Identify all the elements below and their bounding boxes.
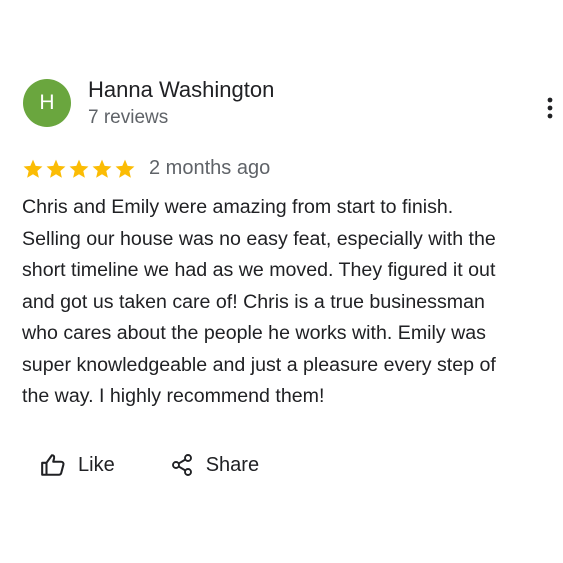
more-vert-icon <box>547 97 553 119</box>
review-date: 2 months ago <box>149 157 271 179</box>
review-text-line: Chris and Emily were amazing from start … <box>22 196 454 218</box>
star-icon <box>115 159 135 178</box>
rating-row: 2 months ago <box>22 157 270 180</box>
like-button[interactable]: Like <box>40 452 115 478</box>
share-label: Share <box>205 453 260 476</box>
review-text-line: short timeline we had as we moved. They … <box>22 259 496 281</box>
star-icon <box>92 159 112 178</box>
share-button[interactable]: Share <box>170 452 259 478</box>
review-text-line: the way. I highly recommend them! <box>22 385 325 407</box>
avatar[interactable]: H <box>23 79 71 127</box>
review-text-line: Selling our house was no easy feat, espe… <box>22 227 496 250</box>
reviewer-name[interactable]: Hanna Washington <box>88 77 274 103</box>
more-options-button[interactable] <box>540 95 560 121</box>
star-icon <box>23 159 43 178</box>
review-count[interactable]: 7 reviews <box>88 107 168 129</box>
review-text-line: and got us taken care of! Chris is a tru… <box>22 290 485 313</box>
share-icon <box>171 454 192 476</box>
review-text-line: who cares about the people he works with… <box>22 322 486 344</box>
review-text-line: super knowledgeable and just a pleasure … <box>22 353 496 376</box>
star-rating <box>22 158 136 180</box>
star-icon <box>69 159 89 178</box>
thumb-up-icon <box>41 454 65 476</box>
review-actions: Like Share <box>40 452 259 478</box>
like-label: Like <box>78 453 115 476</box>
review-text: Chris and Emily were amazing from start … <box>22 192 552 413</box>
review-card: H Hanna Washington 7 reviews 2 months ag… <box>0 0 563 563</box>
star-icon <box>46 159 66 178</box>
